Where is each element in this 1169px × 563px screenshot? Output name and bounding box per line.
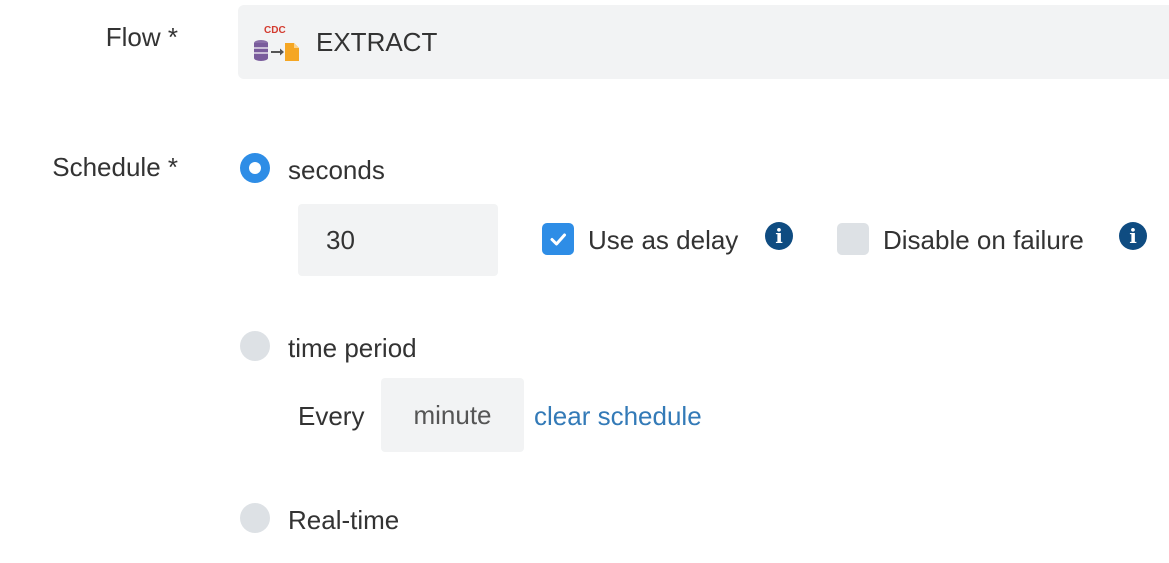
seconds-input[interactable]: 30 (298, 204, 498, 276)
radio-realtime-label[interactable]: Real-time (288, 505, 399, 536)
radio-time-period-label[interactable]: time period (288, 333, 417, 364)
use-as-delay-checkbox[interactable] (542, 223, 574, 255)
clear-schedule-link[interactable]: clear schedule (534, 401, 702, 432)
flow-field[interactable]: CDC EXTRACT (238, 5, 1169, 79)
radio-realtime[interactable] (240, 503, 270, 533)
use-as-delay-label[interactable]: Use as delay (588, 225, 738, 256)
cdc-extract-icon: CDC (254, 25, 299, 61)
period-unit-select[interactable]: minute (381, 378, 524, 452)
disable-on-failure-info-icon[interactable]: i (1119, 222, 1147, 250)
seconds-input-value: 30 (326, 224, 355, 255)
cdc-badge-text: CDC (264, 25, 286, 36)
radio-seconds[interactable] (240, 153, 270, 183)
every-label: Every (298, 401, 365, 431)
use-as-delay-info-icon[interactable]: i (765, 222, 793, 250)
flow-label: Flow * (105, 22, 178, 52)
schedule-form: Flow * CDC EXTRACT Schedule * seconds 30 (0, 0, 1169, 563)
check-icon (550, 233, 566, 246)
radio-seconds-label[interactable]: seconds (288, 155, 385, 186)
disable-on-failure-label[interactable]: Disable on failure (883, 225, 1084, 256)
period-unit-value: minute (413, 399, 492, 430)
radio-time-period[interactable] (240, 331, 270, 361)
schedule-label: Schedule * (52, 152, 178, 182)
disable-on-failure-checkbox[interactable] (837, 223, 869, 255)
flow-value: EXTRACT (316, 26, 438, 57)
